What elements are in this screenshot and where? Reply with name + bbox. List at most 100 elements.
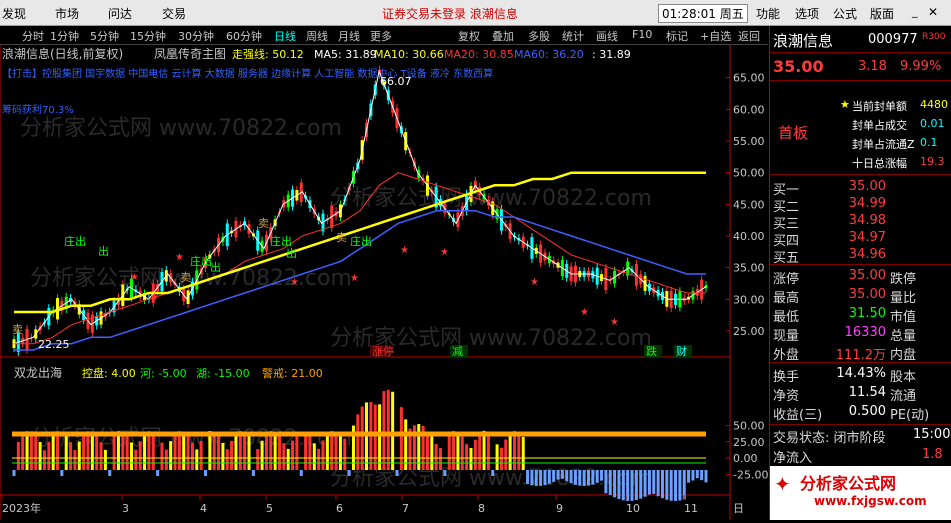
- menu-wenda[interactable]: 问达: [108, 5, 132, 22]
- histogram-bar: [286, 448, 290, 470]
- histogram-bar: [86, 431, 90, 470]
- histogram-bar: [499, 447, 503, 470]
- period-30min[interactable]: 30分钟: [178, 28, 214, 44]
- period-more[interactable]: 更多: [370, 28, 392, 44]
- stat-row: 外盘 111.2万 内盘: [770, 344, 951, 363]
- period-weekly[interactable]: 周线: [306, 28, 328, 44]
- logo-box: ✦ 分析家公式网 www.fxjgsw.com: [770, 466, 951, 520]
- histogram-bar: [156, 470, 160, 476]
- x-tick-label: 7: [402, 502, 409, 515]
- sub-legend-item: 河: -5.00: [140, 367, 187, 380]
- histogram-bar: [121, 431, 125, 470]
- bid-price: 34.96: [848, 247, 886, 262]
- histogram-bar: [99, 442, 103, 470]
- menu-discover[interactable]: 发现: [2, 5, 26, 22]
- close-icon[interactable]: ✕: [928, 5, 938, 19]
- menu-layout[interactable]: 版面: [870, 5, 894, 22]
- signal-label: 卖: [258, 217, 269, 230]
- period-15min[interactable]: 15分钟: [130, 28, 166, 44]
- histogram-bar: [77, 441, 81, 470]
- histogram-bar: [34, 435, 38, 470]
- price-y-axis: 65.00 60.00 55.00 50.00 45.00 40.00 35.00 30.00…: [726, 72, 765, 338]
- menu-market[interactable]: 市场: [55, 5, 79, 22]
- histogram-bar: [482, 430, 486, 470]
- legend-item: MA5: 31.89: [314, 48, 377, 61]
- histogram-bar: [547, 470, 551, 484]
- chip-profit-note: 筹码获利70.3%: [2, 103, 74, 116]
- histogram-bar: [264, 434, 268, 470]
- menu-formula[interactable]: 公式: [833, 5, 857, 22]
- histogram-bar: [665, 470, 669, 500]
- tool-draw[interactable]: 画线: [596, 28, 618, 44]
- tool-overlay[interactable]: 叠加: [492, 28, 514, 44]
- kline-chart-area[interactable]: 分析家公式网 www.70822.com 分析家公式网 www.70822.co…: [0, 45, 768, 520]
- period-1min[interactable]: 1分钟: [50, 28, 79, 44]
- last-price: 35.00: [773, 57, 824, 76]
- star-icon: ★: [530, 277, 539, 288]
- histogram-bar: [225, 449, 229, 470]
- stat-label: 量比: [890, 291, 917, 306]
- sub-legend: 控盘: 4.00 河: -5.00 湖: -15.00 警戒: 21.00: [82, 366, 323, 380]
- bid-row[interactable]: 买五 34.96: [770, 247, 951, 266]
- stat-row: 收益(三) 0.500 PE(动): [770, 404, 951, 423]
- y-tick-label: 55.00: [733, 135, 765, 148]
- histogram-bar: [21, 435, 25, 470]
- histogram-bar: [164, 449, 168, 470]
- menu-options[interactable]: 选项: [795, 5, 819, 22]
- stat-label: 市值: [890, 310, 917, 325]
- histogram-bar: [234, 434, 238, 470]
- bid-row[interactable]: 买二 34.99: [770, 196, 951, 215]
- quote-panel: 浪潮信息 000977 R300 35.00 3.18 9.99% ★ 当前封单额…: [769, 26, 951, 520]
- tool-mark[interactable]: 标记: [666, 28, 688, 44]
- histogram-bar: [517, 432, 521, 470]
- histogram-bar: [90, 431, 94, 470]
- tool-multi[interactable]: 多股: [528, 28, 550, 44]
- histogram-bar: [613, 470, 617, 498]
- sub-panel-title[interactable]: 双龙出海: [14, 365, 62, 380]
- main-indicator-name[interactable]: 凤凰传奇主图: [154, 46, 226, 61]
- tool-back[interactable]: 返回: [738, 28, 760, 44]
- histogram-bar: [217, 435, 221, 470]
- stat-label: 流通: [890, 389, 917, 404]
- histogram-bar: [630, 470, 634, 501]
- x-tick-label: 10: [626, 502, 640, 515]
- stat-row: 现量 16330 总量: [770, 325, 951, 344]
- histogram-bar: [460, 436, 464, 470]
- bid-row[interactable]: 买一 35.00: [770, 179, 951, 198]
- tool-add-favorite[interactable]: +自选: [700, 28, 731, 44]
- stock-name: 浪潮信息: [773, 32, 834, 50]
- sub-legend-item: 湖: -15.00: [196, 367, 250, 380]
- tool-f10[interactable]: F10: [632, 28, 652, 41]
- stat-label: 跌停: [890, 272, 917, 287]
- period-5min[interactable]: 5分钟: [90, 28, 119, 44]
- histogram-bar: [404, 419, 408, 470]
- histogram-bar: [12, 470, 16, 476]
- histogram-bar: [47, 441, 51, 470]
- kline-chart-svg[interactable]: 分析家公式网 www.70822.com 分析家公式网 www.70822.co…: [0, 45, 768, 520]
- histogram-bar: [243, 431, 247, 470]
- histogram-bar: [308, 436, 312, 470]
- y-tick-label: 25.00: [733, 436, 765, 449]
- histogram-bar: [521, 436, 525, 470]
- histogram-bar: [621, 470, 625, 501]
- period-monthly[interactable]: 月线: [338, 28, 360, 44]
- high-price-label: 66.07: [380, 75, 412, 88]
- bid-row[interactable]: 买三 34.98: [770, 213, 951, 232]
- period-fenshi[interactable]: 分时: [22, 28, 44, 44]
- histogram-bar: [134, 449, 138, 470]
- histogram-bar: [312, 443, 316, 470]
- stat-value: 111.2万: [835, 348, 886, 363]
- tool-fuquan[interactable]: 复权: [458, 28, 480, 44]
- sub-legend-item: 警戒: 21.00: [262, 366, 323, 380]
- histogram-bar: [73, 450, 77, 470]
- period-60min[interactable]: 60分钟: [226, 28, 262, 44]
- period-daily[interactable]: 日线: [274, 28, 296, 44]
- histogram-bar: [256, 449, 260, 470]
- minimize-icon[interactable]: _: [912, 5, 918, 18]
- price-change-pct: 9.99%: [900, 59, 942, 74]
- menu-trade[interactable]: 交易: [162, 5, 186, 22]
- tool-stats[interactable]: 统计: [562, 28, 584, 44]
- event-tag: 跌: [646, 344, 657, 358]
- bid-row[interactable]: 买四 34.97: [770, 230, 951, 249]
- menu-function[interactable]: 功能: [756, 5, 780, 22]
